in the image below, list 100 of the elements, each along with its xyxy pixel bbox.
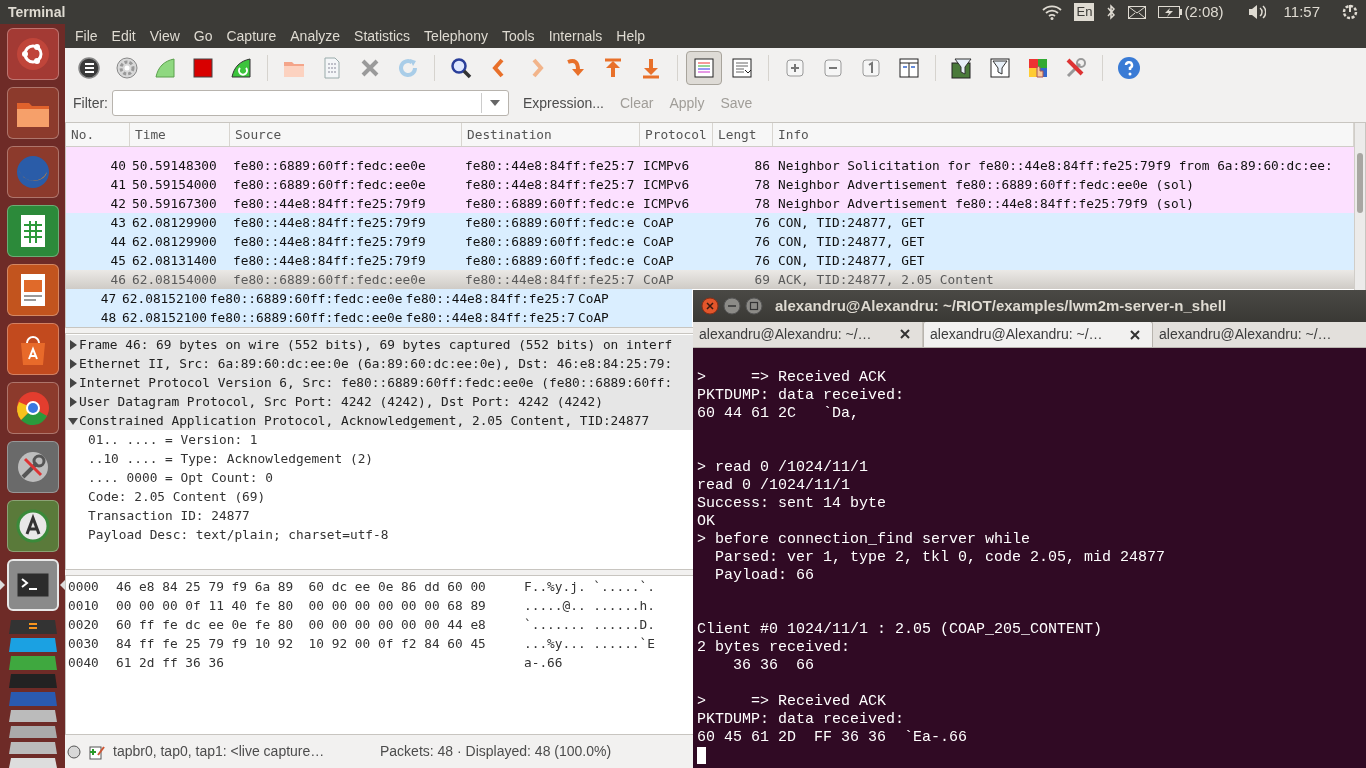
collapse-arrow-icon[interactable] [68, 415, 78, 426]
table-cell-text: CON, TID:24877, GET [778, 213, 925, 232]
battery-icon[interactable] [1158, 6, 1183, 18]
tab-label: alexandru@Alexandru: ~/… [930, 325, 1104, 344]
table-cell-text: fe80::44e8:84ff:fe25:79f9 [233, 194, 426, 213]
expand-arrow-icon[interactable] [68, 377, 78, 388]
table-cell-text: fe80::44e8:84ff:fe25:7 [465, 270, 635, 289]
packet-row[interactable]: 41 50.59154000 fe80::6889:60ff:fedc:ee0e fe80::44e8:84ff:fe25:7 ICMPv6 78 Neighbor Advertisement fe80::6889:60ff:fedc:ee0e (sol) [66, 175, 1354, 194]
table-cell-text: 50.59148300 [132, 156, 217, 175]
fin-restart-icon [229, 56, 253, 80]
scrollbar-thumb[interactable] [1357, 153, 1363, 213]
packet-counts: Packets: 48 · Displayed: 48 (100.0%) [380, 742, 612, 761]
menu-item[interactable]: Go [193, 25, 213, 47]
tree-item[interactable]: Transaction ID: 24877 [88, 505, 250, 526]
volume-icon[interactable] [1247, 4, 1266, 20]
expand-arrow-icon[interactable] [68, 339, 78, 350]
packet-row[interactable]: 45 62.08131400 fe80::44e8:84ff:fe25:79f9 fe80::6889:60ff:fedc:e CoAP 76 CON, TID:24877, GET [66, 251, 1354, 270]
hex-offset: 0010 [68, 596, 100, 615]
menu-item[interactable]: Tools [501, 25, 535, 47]
close-icon[interactable] [1130, 329, 1140, 340]
hex-offset: 0030 [68, 634, 100, 653]
table-cell-text: ACK, TID:24877, 2.05 Content [778, 270, 994, 289]
preferences-icon [1064, 56, 1088, 80]
menu-item[interactable]: Telephony [424, 25, 488, 47]
table-cell-text: Neighbor Advertisement fe80::44e8:84ff:fe25:79f9 (sol) [778, 194, 1195, 213]
menu-item[interactable]: Statistics [354, 25, 411, 47]
column-header[interactable]: Protocol [640, 123, 713, 146]
hex-bytes: 61 2d ff 36 36 [116, 653, 225, 672]
edit-note-icon[interactable] [89, 743, 105, 760]
menu-item[interactable]: Internals [548, 25, 603, 47]
hex-offset: 0040 [68, 653, 100, 672]
tree-item[interactable]: ..10 .... = Type: Acknowledgement (2) [88, 448, 374, 469]
hex-bytes: 46 e8 84 25 79 f9 6a 89 60 dc ee 0e 86 dd 60 00 [116, 577, 487, 596]
table-cell-text: CoAP [643, 213, 674, 232]
minimize-icon[interactable] [723, 297, 741, 315]
table-cell-text: CON, TID:24877, GET [778, 232, 925, 251]
menu-item[interactable]: Analyze [290, 25, 341, 47]
mail-icon[interactable] [1128, 5, 1147, 19]
normal-size-icon [859, 56, 883, 80]
tree-item[interactable]: .... 0000 = Opt Count: 0 [88, 467, 273, 488]
menu-item[interactable]: Edit [111, 25, 136, 47]
clock[interactable]: 11:57 [1283, 0, 1320, 24]
terminal-tab[interactable]: alexandru@Alexandru: ~/… [923, 322, 1153, 347]
expand-arrow-icon[interactable] [68, 358, 78, 369]
table-cell-text: 78 [754, 175, 770, 194]
window-title: alexandru@Alexandru: ~/RIOT/examples/lwm2m-server-n_shell [775, 295, 1227, 316]
tab-label: alexandru@Alexandru: ~/… [1159, 324, 1333, 344]
table-cell-text: CoAP [643, 232, 674, 251]
filter-action-button[interactable]: Expression... [517, 90, 610, 116]
search-icon [449, 56, 473, 80]
hex-offset: 0020 [68, 615, 100, 634]
column-header[interactable]: Time [130, 123, 230, 146]
launcher-stack-drawing[interactable] [6, 618, 59, 768]
table-cell-text: CoAP [577, 308, 609, 327]
column-header[interactable]: Destination [462, 123, 640, 146]
table-cell-text: 62.08152100 [122, 308, 207, 327]
table-cell-text: CoAP [643, 251, 674, 270]
close-icon[interactable] [900, 329, 910, 339]
table-cell-text: 47 [100, 289, 117, 308]
tree-item[interactable]: Payload Desc: text/plain; charset=utf-8 [88, 524, 389, 545]
colorize-button[interactable] [686, 51, 722, 85]
tree-item[interactable]: 01.. .... = Version: 1 [88, 429, 258, 450]
tree-item[interactable]: Code: 2.05 Content (69) [88, 486, 266, 507]
menu-item[interactable]: Help [616, 25, 646, 47]
table-cell-text: 48 [100, 308, 117, 327]
menu-item[interactable]: Capture [226, 25, 277, 47]
bluetooth-icon[interactable] [1106, 4, 1117, 20]
hex-offset: 0000 [68, 577, 100, 596]
keyboard-layout-indicator[interactable]: En [1074, 3, 1095, 21]
power-icon[interactable] [1342, 4, 1358, 20]
table-cell-text: fe80::6889:60ff:fedc:ee0e [209, 308, 403, 327]
table-cell-text: fe80::44e8:84ff:fe25:7 [465, 156, 635, 175]
column-header[interactable]: Lengt [713, 123, 773, 146]
reload-icon [396, 56, 420, 80]
ascii-text: F..%y.j. `.....`. [524, 577, 655, 596]
table-cell-text: 76 [754, 251, 770, 270]
capture-filter-icon [950, 56, 974, 80]
maximize-icon[interactable] [745, 297, 763, 315]
packet-row[interactable]: 43 62.08129900 fe80::44e8:84ff:fe25:79f9 fe80::6889:60ff:fedc:e CoAP 76 CON, TID:24877, GET [66, 213, 1354, 232]
table-cell-text: CoAP [577, 289, 609, 308]
display-filter-icon [988, 56, 1012, 80]
dropdown-caret-icon[interactable] [490, 100, 500, 106]
gear-icon [115, 56, 139, 80]
table-cell-text: fe80::6889:60ff:fedc:ee0e [233, 175, 426, 194]
packet-row[interactable]: 42 50.59167300 fe80::44e8:84ff:fe25:79f9 fe80::6889:60ff:fedc:e ICMPv6 78 Neighbor Advertisement fe80::44e8:84ff:fe25:79f9 (sol) [66, 194, 1354, 213]
packet-row[interactable]: 40 50.59148300 fe80::6889:60ff:fedc:ee0e fe80::44e8:84ff:fe25:7 ICMPv6 86 Neighbor Solicitation for fe80::44e8:84ff:fe25:79f9 from 6a:89:60:dc:ee: [66, 156, 1354, 175]
table-cell-text: 86 [754, 156, 770, 175]
menu-item[interactable]: File [75, 25, 98, 47]
launcher-item[interactable] [6, 559, 59, 611]
column-header[interactable]: No. [66, 123, 130, 146]
packet-row[interactable]: 44 62.08129900 fe80::44e8:84ff:fe25:79f9 fe80::6889:60ff:fedc:e CoAP 76 CON, TID:24877, GET [66, 232, 1354, 251]
column-header[interactable]: Source [230, 123, 462, 146]
packet-row[interactable]: 48 62.08152100 fe80::6889:60ff:fedc:ee0e fe80::44e8:84ff:fe25:7 CoAP [66, 308, 692, 327]
menu-item[interactable]: View [149, 25, 180, 47]
filter-field[interactable] [112, 90, 509, 116]
table-cell-text: fe80::6889:60ff:fedc:e [465, 213, 635, 232]
packet-row[interactable]: 47 62.08152100 fe80::6889:60ff:fedc:ee0e fe80::44e8:84ff:fe25:7 CoAP [66, 289, 692, 308]
expand-arrow-icon[interactable] [68, 396, 78, 407]
packet-row[interactable]: 46 62.08154000 fe80::6889:60ff:fedc:ee0e fe80::44e8:84ff:fe25:7 CoAP 69 ACK, TID:24877, 2.05 Content [66, 270, 1354, 289]
table-cell-text: Neighbor Solicitation for fe80::44e8:84ff:fe25:79f9 from 6a:89:60:dc:ee: [778, 156, 1333, 175]
